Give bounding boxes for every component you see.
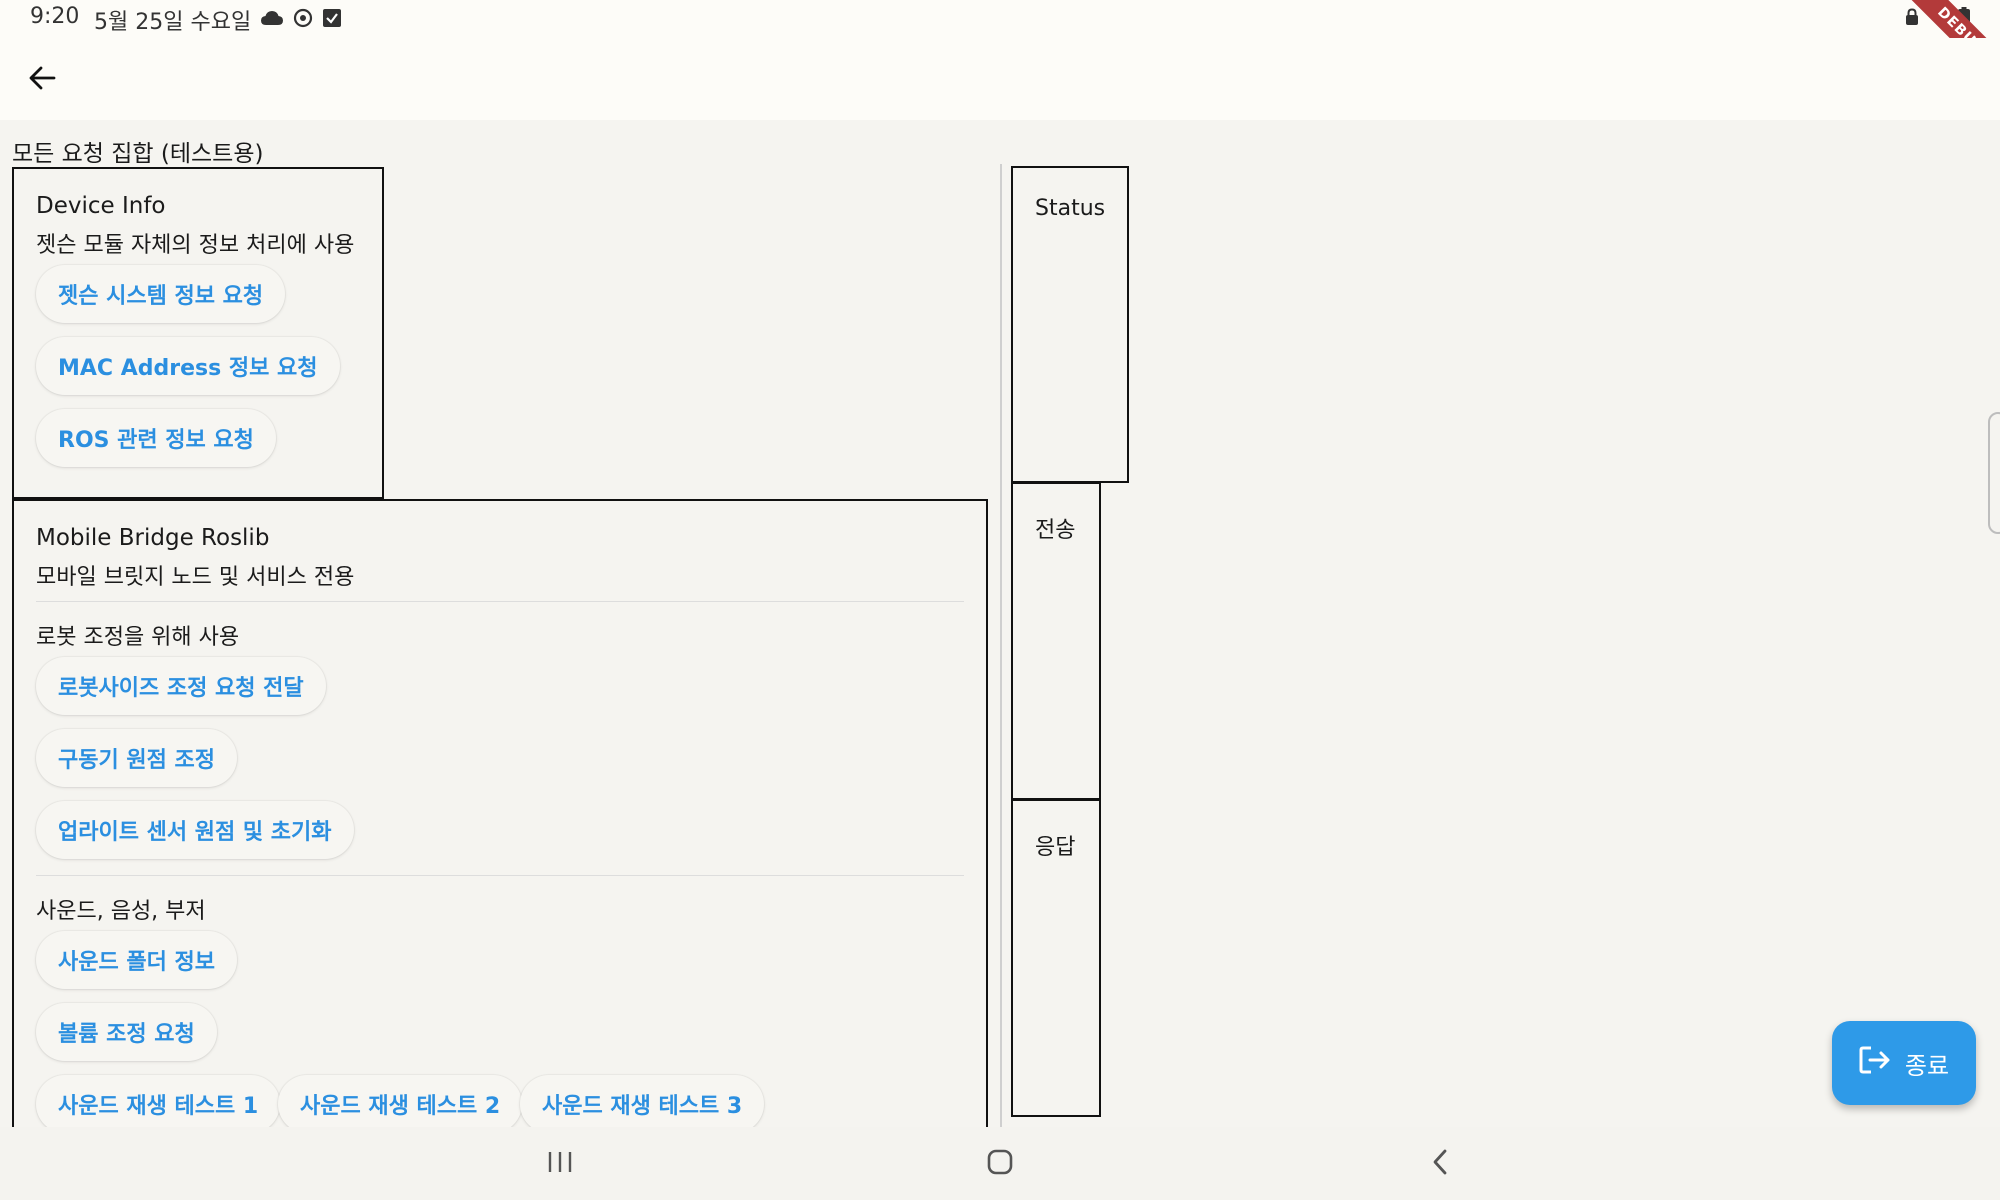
actuator-origin-button[interactable]: 구동기 원점 조정 bbox=[36, 729, 237, 787]
robot-adjust-group-label: 로봇 조정을 위해 사용 bbox=[36, 625, 240, 650]
mac-address-info-button[interactable]: MAC Address 정보 요청 bbox=[36, 337, 340, 395]
app-bar bbox=[0, 38, 2000, 120]
logout-icon bbox=[1859, 1045, 1891, 1081]
response-panel: 응답 bbox=[1011, 799, 1101, 1117]
exit-button[interactable]: 종료 bbox=[1832, 1021, 1976, 1105]
sound-folder-info-button[interactable]: 사운드 폴더 정보 bbox=[36, 931, 237, 989]
robot-size-adjust-button[interactable]: 로봇사이즈 조정 요청 전달 bbox=[36, 657, 326, 715]
status-bar: 9:20 5월 25일 수요일 bbox=[0, 0, 2000, 38]
nav-back-button[interactable] bbox=[1410, 1139, 1470, 1189]
exit-button-label: 종료 bbox=[1904, 1051, 1950, 1080]
page-title: 모든 요청 집합 (테스트용) bbox=[12, 141, 264, 167]
home-icon bbox=[986, 1148, 1014, 1180]
vertical-divider bbox=[1000, 164, 1002, 1127]
status-panel-label: Status bbox=[1035, 196, 1106, 221]
jetson-system-info-button[interactable]: 젯슨 시스템 정보 요청 bbox=[36, 265, 286, 323]
checkbox-icon bbox=[322, 8, 342, 32]
edge-panel-handle[interactable] bbox=[1988, 412, 2000, 534]
content-area: 모든 요청 집합 (테스트용) Device Info 젯슨 모듈 자체의 정보… bbox=[0, 120, 2000, 1127]
mobile-bridge-title: Mobile Bridge Roslib bbox=[36, 525, 270, 551]
device-info-title: Device Info bbox=[36, 193, 166, 219]
sound-play-test-2-button[interactable]: 사운드 재생 테스트 2 bbox=[278, 1075, 523, 1127]
home-button[interactable] bbox=[970, 1139, 1030, 1189]
device-info-card: Device Info 젯슨 모듈 자체의 정보 처리에 사용 젯슨 시스템 정… bbox=[12, 167, 384, 499]
system-nav-bar bbox=[0, 1127, 2000, 1200]
lock-icon bbox=[1904, 8, 1920, 30]
send-panel-label: 전송 bbox=[1035, 518, 1076, 543]
status-panel: Status bbox=[1011, 166, 1129, 483]
back-button[interactable] bbox=[18, 58, 66, 102]
sync-icon bbox=[292, 7, 314, 33]
arrow-back-icon bbox=[28, 64, 56, 96]
response-panel-label: 응답 bbox=[1035, 835, 1076, 860]
device-info-subtitle: 젯슨 모듈 자체의 정보 처리에 사용 bbox=[36, 233, 355, 258]
mobile-bridge-subtitle: 모바일 브릿지 노드 및 서비스 전용 bbox=[36, 565, 355, 590]
divider bbox=[36, 875, 964, 876]
upright-sensor-init-button[interactable]: 업라이트 센서 원점 및 초기화 bbox=[36, 801, 354, 859]
status-date: 5월 25일 수요일 bbox=[94, 10, 252, 35]
divider bbox=[36, 601, 964, 602]
sound-play-test-1-button[interactable]: 사운드 재생 테스트 1 bbox=[36, 1075, 281, 1127]
sound-play-test-3-button[interactable]: 사운드 재생 테스트 3 bbox=[520, 1075, 765, 1127]
status-time: 9:20 bbox=[30, 4, 80, 29]
recent-apps-icon bbox=[547, 1150, 573, 1178]
ros-info-button[interactable]: ROS 관련 정보 요청 bbox=[36, 409, 276, 467]
mobile-bridge-card: Mobile Bridge Roslib 모바일 브릿지 노드 및 서비스 전용… bbox=[12, 499, 988, 1127]
send-panel: 전송 bbox=[1011, 482, 1101, 800]
volume-adjust-button[interactable]: 볼륨 조정 요청 bbox=[36, 1003, 217, 1061]
sound-group-label: 사운드, 음성, 부저 bbox=[36, 899, 206, 924]
nav-back-icon bbox=[1430, 1148, 1450, 1180]
recent-apps-button[interactable] bbox=[530, 1139, 590, 1189]
cloud-icon bbox=[260, 9, 284, 31]
